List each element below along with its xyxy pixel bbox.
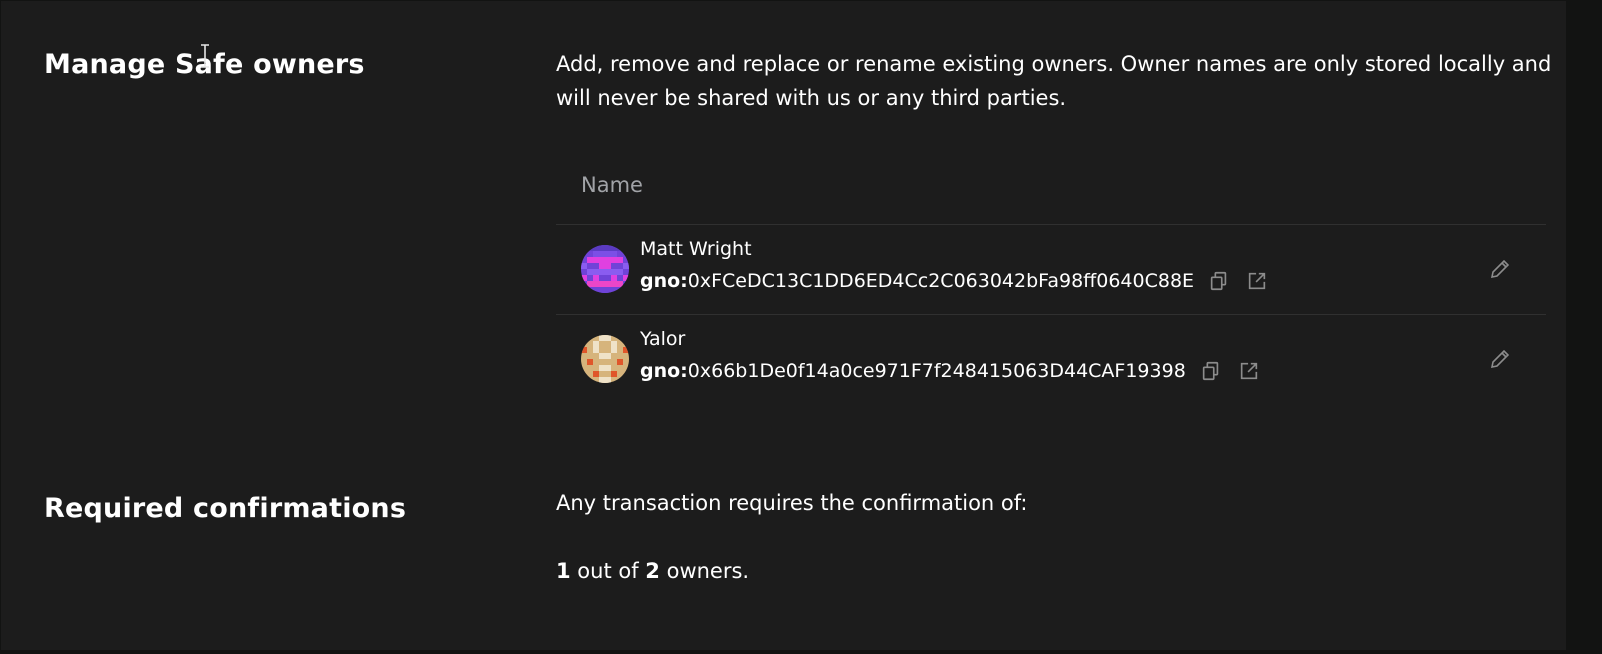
identicon-avatar	[581, 245, 629, 293]
threshold-value: 1	[556, 559, 571, 583]
owner-address: gno: 0x66b1De0f14a0ce971F7f248415063D44C…	[640, 360, 1260, 382]
settings-card: Manage Safe owners Add, remove and repla…	[1, 1, 1566, 650]
identicon-avatar	[581, 335, 629, 383]
owner-row: Matt Wright gno: 0xFCeDC13C1DD6ED4Cc2C06…	[556, 224, 1546, 315]
copy-icon[interactable]	[1200, 360, 1222, 382]
out-of-text: out of	[570, 559, 646, 583]
pencil-icon[interactable]	[1488, 257, 1512, 281]
confirmations-description: Any transaction requires the confirmatio…	[556, 491, 1028, 515]
chain-prefix: gno:	[640, 360, 688, 382]
address-text: 0x66b1De0f14a0ce971F7f248415063D44CAF193…	[687, 360, 1186, 382]
pencil-icon[interactable]	[1488, 347, 1512, 371]
confirmations-section-title: Required confirmations	[44, 493, 407, 524]
address-text: 0xFCeDC13C1DD6ED4Cc2C063042bFa98ff0640C8…	[687, 270, 1195, 292]
owner-row: Yalor gno: 0x66b1De0f14a0ce971F7f2484150…	[556, 314, 1546, 404]
owners-section-description: Add, remove and replace or rename existi…	[556, 52, 1552, 110]
total-owners-value: 2	[645, 559, 660, 583]
name-column-header: Name	[581, 173, 643, 197]
owners-suffix: owners.	[659, 559, 750, 583]
external-link-icon[interactable]	[1246, 270, 1268, 292]
owner-name: Yalor	[640, 328, 686, 350]
page-edge	[1566, 0, 1602, 654]
text-cursor-icon	[201, 44, 209, 68]
owner-name: Matt Wright	[640, 238, 752, 260]
owners-table-header: Name	[556, 161, 1546, 225]
owner-address: gno: 0xFCeDC13C1DD6ED4Cc2C063042bFa98ff0…	[640, 270, 1268, 292]
chain-prefix: gno:	[640, 270, 688, 292]
external-link-icon[interactable]	[1238, 360, 1260, 382]
copy-icon[interactable]	[1208, 270, 1230, 292]
threshold-text: 1 out of 2 owners.	[556, 559, 749, 583]
